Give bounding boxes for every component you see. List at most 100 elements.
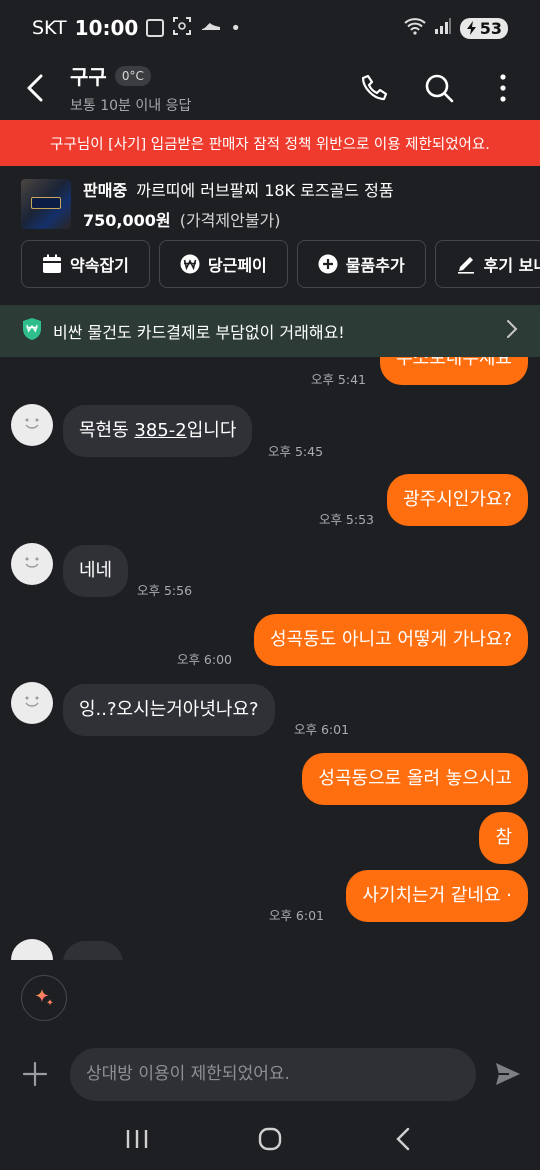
app-notification-icon	[146, 19, 165, 37]
sparkle-icon	[35, 989, 54, 1006]
product-summary[interactable]: 판매중 까르띠에 러브팔찌 18K 로즈골드 정품 750,000원 (가격제안…	[21, 176, 540, 232]
more-vertical-icon	[500, 74, 506, 102]
status-left: SKT 10:00 •	[32, 16, 241, 40]
message-bubble-outgoing[interactable]: 사기치는거 같네요 ·	[346, 870, 528, 922]
clock: 10:00	[74, 16, 139, 40]
action-buttons: 약속잡기 당근페이 물품추가 후기 보내기	[21, 240, 540, 288]
shoe-notification-icon	[200, 18, 222, 38]
message-time: 오후 6:00	[176, 652, 232, 667]
pencil-icon	[456, 254, 476, 274]
header-title-area: 구구 0°C 보통 10분 이내 응답	[70, 61, 358, 115]
send-icon	[496, 1063, 520, 1085]
search-icon	[425, 74, 454, 103]
message-bubble-incoming[interactable]: 잉..?오시는거아녓나요?	[63, 684, 275, 736]
address-link[interactable]: 385-2	[134, 420, 186, 441]
message-bubble-incoming[interactable]: 목현동 385-2입니다	[63, 405, 253, 457]
product-line2: 750,000원 (가격제안불가)	[83, 207, 394, 231]
phone-icon	[361, 74, 388, 101]
carrier-label: SKT	[32, 17, 67, 39]
message-input[interactable]	[70, 1047, 476, 1101]
card-payment-banner[interactable]: 비싼 물건도 카드결제로 부담없이 거래해요!	[0, 305, 540, 357]
system-navigation-bar	[0, 1108, 540, 1170]
won-coin-icon	[180, 254, 200, 274]
pay-button[interactable]: 당근페이	[158, 240, 288, 288]
notification-dot: •	[230, 17, 241, 39]
status-right: 53	[404, 17, 508, 40]
message-time: 오후 5:53	[318, 512, 374, 527]
product-price-note: (가격제안불가)	[179, 211, 281, 230]
message-time: 오후 6:01	[268, 908, 324, 923]
wifi-icon	[404, 17, 426, 40]
battery-level: 53	[479, 18, 502, 38]
message-time: 오후 6:01	[294, 722, 350, 737]
message-time: 오후 5:41	[310, 372, 366, 387]
scan-notification-icon	[172, 16, 192, 40]
review-label: 후기 보내기	[483, 256, 540, 275]
message-bubble-outgoing[interactable]: 주소보내주세요	[380, 357, 528, 385]
chat-messages[interactable]: 오후 5:41 주소보내주세요 목현동 385-2입니다 오후 5:45 오후 …	[0, 357, 540, 960]
message-bubble-outgoing[interactable]: 광주시인가요?	[387, 474, 528, 526]
nav-recents-icon	[126, 1130, 147, 1148]
pay-label: 당근페이	[207, 256, 267, 275]
charging-icon	[466, 21, 476, 35]
back-arrow-icon	[27, 74, 43, 102]
message-bubble-incoming[interactable]	[63, 941, 123, 960]
nav-back-icon	[396, 1127, 410, 1151]
more-button[interactable]	[486, 71, 520, 105]
product-price: 750,000원	[83, 211, 171, 230]
chevron-right-icon	[505, 319, 519, 343]
shield-won-icon	[21, 317, 43, 345]
message-time: 오후 5:45	[268, 444, 324, 459]
plus-icon	[22, 1061, 48, 1087]
product-title: 까르띠에 러브팔찌 18K 로즈골드 정품	[136, 181, 394, 200]
header-actions	[358, 71, 540, 105]
message-time: 오후 5:56	[137, 583, 193, 598]
review-button[interactable]: 후기 보내기	[434, 240, 540, 288]
restriction-banner-text: 구구님이 [사기] 입금받은 판매자 잠적 정책 위반으로 이용 제한되었어요.	[50, 136, 490, 153]
add-item-button[interactable]: 물품추가	[296, 240, 426, 288]
restriction-banner: 구구님이 [사기] 입금받은 판매자 잠적 정책 위반으로 이용 제한되었어요.	[0, 120, 540, 166]
nav-recents-button[interactable]	[107, 1114, 167, 1164]
signal-icon	[434, 17, 452, 40]
message-bubble-outgoing[interactable]: 참	[479, 812, 528, 864]
product-status: 판매중	[83, 181, 128, 200]
message-input-bar	[0, 1045, 540, 1103]
attach-button[interactable]	[0, 1045, 70, 1103]
manner-temperature-badge: 0°C	[114, 65, 151, 86]
default-profile-icon	[25, 418, 39, 429]
default-profile-icon	[25, 696, 39, 707]
avatar[interactable]	[11, 939, 53, 960]
plus-circle-icon	[318, 254, 338, 274]
appointment-button[interactable]: 약속잡기	[21, 240, 150, 288]
message-bubble-incoming[interactable]: 네네	[63, 545, 129, 597]
ai-assist-button[interactable]	[21, 975, 67, 1021]
call-button[interactable]	[358, 71, 392, 105]
product-thumbnail[interactable]	[21, 179, 71, 229]
user-name[interactable]: 구구	[70, 61, 107, 90]
avatar[interactable]	[11, 404, 53, 446]
product-info: 판매중 까르띠에 러브팔찌 18K 로즈골드 정품 750,000원 (가격제안…	[83, 177, 394, 231]
response-time: 보통 10분 이내 응답	[70, 98, 192, 114]
card-banner-text: 비싼 물건도 카드결제로 부담없이 거래해요!	[53, 323, 345, 342]
nav-home-icon	[258, 1127, 282, 1151]
nav-home-button[interactable]	[240, 1114, 300, 1164]
title-row: 구구 0°C	[70, 61, 358, 90]
product-line1: 판매중 까르띠에 러브팔찌 18K 로즈골드 정품	[83, 177, 394, 201]
nav-back-button[interactable]	[373, 1114, 433, 1164]
avatar[interactable]	[11, 543, 53, 585]
calendar-icon	[42, 254, 62, 274]
add-item-label: 물품추가	[345, 256, 405, 275]
message-bubble-outgoing[interactable]: 성곡동으로 올려 놓으시고	[302, 753, 528, 805]
search-button[interactable]	[422, 71, 456, 105]
send-button[interactable]	[476, 1045, 540, 1103]
chat-header: 구구 0°C 보통 10분 이내 응답	[0, 56, 540, 120]
status-bar: SKT 10:00 • 53	[0, 0, 540, 56]
appointment-label: 약속잡기	[70, 256, 129, 275]
default-profile-icon	[25, 557, 39, 568]
back-button[interactable]	[0, 56, 70, 120]
battery-indicator: 53	[459, 17, 508, 39]
message-text: 목현동	[79, 420, 135, 441]
message-text: 입니다	[186, 420, 237, 441]
message-bubble-outgoing[interactable]: 성곡동도 아니고 어떻게 가나요?	[254, 614, 528, 666]
avatar[interactable]	[11, 682, 53, 724]
